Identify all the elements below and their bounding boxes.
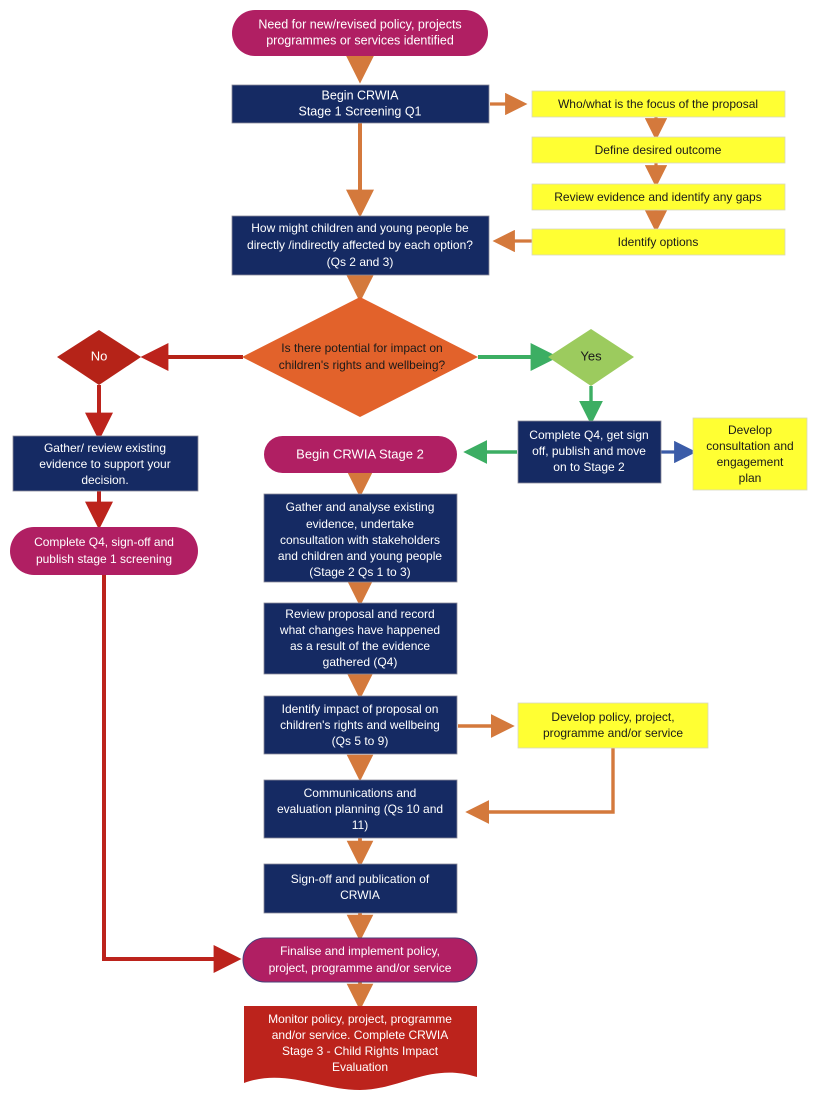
node-finalise-and-implement[interactable]: Finalise and implement policy, project, … [242, 937, 478, 983]
node-develop-consultation-plan[interactable]: Develop consultation and engagement plan [692, 417, 808, 491]
node-define-outcome-label: Define desired outcome [595, 143, 722, 157]
node-no-label: No [91, 348, 108, 363]
node-communications-evaluation-planning[interactable]: Communications and evaluation planning (… [263, 779, 458, 839]
node-identify-options-label: Identify options [618, 235, 699, 249]
node-consultation-plan-line-2: consultation and [706, 439, 793, 453]
node-consultation-plan-line-1: Develop [728, 423, 772, 437]
node-gather-review-line-2: evidence to support your [39, 457, 170, 471]
flowchart-canvas: Need for new/revised policy, projects pr… [0, 0, 820, 1110]
node-gather-review-existing-evidence[interactable]: Gather/ review existing evidence to supp… [12, 435, 199, 492]
node-need-line-1: Need for new/revised policy, projects [258, 17, 461, 31]
node-develop-policy-project-service[interactable]: Develop policy, project, programme and/o… [517, 702, 709, 749]
node-need-for-new-policy[interactable]: Need for new/revised policy, projects pr… [232, 10, 488, 56]
node-develop-policy-line-1: Develop policy, project, [551, 710, 674, 724]
node-communications-line-3: 11) [352, 818, 368, 832]
node-gather-review-line-1: Gather/ review existing [44, 441, 166, 455]
node-communications-line-1: Communications and [304, 786, 417, 800]
node-decision-no[interactable]: No [57, 330, 141, 385]
connector-complete-q4-to-finalise [102, 575, 242, 973]
node-review-proposal-line-3: as a result of the evidence [290, 639, 430, 653]
node-review-proposal-line-4: gathered (Q4) [323, 655, 398, 669]
node-consultation-plan-line-3: engagement [717, 455, 784, 469]
node-sign-off-line-2: CRWIA [340, 888, 380, 902]
node-complete-q4-stage2-line-1: Complete Q4, get sign [529, 428, 648, 442]
node-finalise-line-1: Finalise and implement policy, [280, 944, 440, 958]
node-gather-analyse-line-4: and children and young people [278, 549, 442, 563]
node-decision-potential-impact[interactable]: Is there potential for impact on childre… [242, 297, 478, 417]
node-begin-stage1-line-2: Stage 1 Screening Q1 [299, 104, 422, 118]
node-identify-impact-line-3: (Qs 5 to 9) [332, 734, 389, 748]
node-monitor-line-2: and/or service. Complete CRWIA [272, 1028, 449, 1042]
node-complete-q4-stage1-line-2: publish stage 1 screening [36, 552, 172, 566]
node-review-evidence-label: Review evidence and identify any gaps [554, 190, 761, 204]
node-monitor-line-4: Evaluation [332, 1060, 388, 1074]
node-complete-q4-publish-stage-1[interactable]: Complete Q4, sign-off and publish stage … [10, 527, 198, 575]
node-need-line-2: programmes or services identified [266, 33, 454, 47]
node-review-proposal-record-changes[interactable]: Review proposal and record what changes … [263, 602, 458, 675]
node-gather-analyse-line-5: (Stage 2 Qs 1 to 3) [309, 565, 410, 579]
node-define-desired-outcome[interactable]: Define desired outcome [531, 136, 786, 164]
connector-develop-policy-to-communications [465, 748, 615, 824]
node-communications-line-2: evaluation planning (Qs 10 and [277, 802, 443, 816]
node-how-might-line-3: (Qs 2 and 3) [327, 255, 394, 269]
node-focus-label: Who/what is the focus of the proposal [558, 97, 758, 111]
node-identify-impact-line-1: Identify impact of proposal on [282, 702, 439, 716]
node-begin-crwia-stage-2[interactable]: Begin CRWIA Stage 2 [264, 436, 457, 473]
node-how-might-line-2: directly /indirectly affected by each op… [247, 238, 473, 252]
node-begin-stage2-label: Begin CRWIA Stage 2 [296, 446, 424, 461]
node-complete-q4-stage1-line-1: Complete Q4, sign-off and [34, 535, 174, 549]
node-review-evidence-gaps[interactable]: Review evidence and identify any gaps [531, 183, 786, 211]
node-gather-review-line-3: decision. [81, 473, 128, 487]
node-focus-of-proposal[interactable]: Who/what is the focus of the proposal [531, 90, 786, 118]
node-review-proposal-line-1: Review proposal and record [285, 607, 434, 621]
node-gather-and-analyse-evidence[interactable]: Gather and analyse existing evidence, un… [263, 493, 458, 583]
node-complete-q4-stage2-line-3: on to Stage 2 [553, 460, 625, 474]
node-gather-analyse-line-3: consultation with stakeholders [280, 533, 440, 547]
node-monitor-line-1: Monitor policy, project, programme [268, 1012, 452, 1026]
node-gather-analyse-line-1: Gather and analyse existing [286, 500, 435, 514]
node-consultation-plan-line-4: plan [739, 471, 762, 485]
node-sign-off-and-publication[interactable]: Sign-off and publication of CRWIA [263, 863, 458, 914]
node-review-proposal-line-2: what changes have happened [279, 623, 440, 637]
node-begin-stage1-line-1: Begin CRWIA [322, 88, 400, 102]
node-identify-impact-of-proposal[interactable]: Identify impact of proposal on children'… [263, 695, 458, 755]
node-finalise-line-2: project, programme and/or service [269, 961, 452, 975]
node-how-might-children-be-affected[interactable]: How might children and young people be d… [231, 215, 490, 276]
node-how-might-line-1: How might children and young people be [251, 221, 469, 235]
node-sign-off-line-1: Sign-off and publication of [291, 872, 430, 886]
node-complete-q4-move-to-stage-2[interactable]: Complete Q4, get sign off, publish and m… [517, 420, 662, 484]
node-complete-q4-stage2-line-2: off, publish and move [532, 444, 646, 458]
node-identify-impact-line-2: children's rights and wellbeing [280, 718, 440, 732]
node-monitor-line-3: Stage 3 - Child Rights Impact [282, 1044, 439, 1058]
node-monitor-crwia-stage-3[interactable]: Monitor policy, project, programme and/o… [244, 1006, 477, 1090]
node-gather-analyse-line-2: evidence, undertake [306, 517, 414, 531]
node-develop-policy-line-2: programme and/or service [543, 726, 683, 740]
node-identify-options[interactable]: Identify options [531, 228, 786, 256]
crwia-process-flowchart: Need for new/revised policy, projects pr… [10, 10, 808, 1090]
node-decision-yes[interactable]: Yes [548, 329, 634, 386]
node-begin-crwia-stage-1[interactable]: Begin CRWIA Stage 1 Screening Q1 [231, 84, 490, 124]
node-yes-label: Yes [580, 348, 602, 363]
node-decision-line-2: children's rights and wellbeing? [279, 358, 446, 372]
node-decision-line-1: Is there potential for impact on [281, 341, 442, 355]
